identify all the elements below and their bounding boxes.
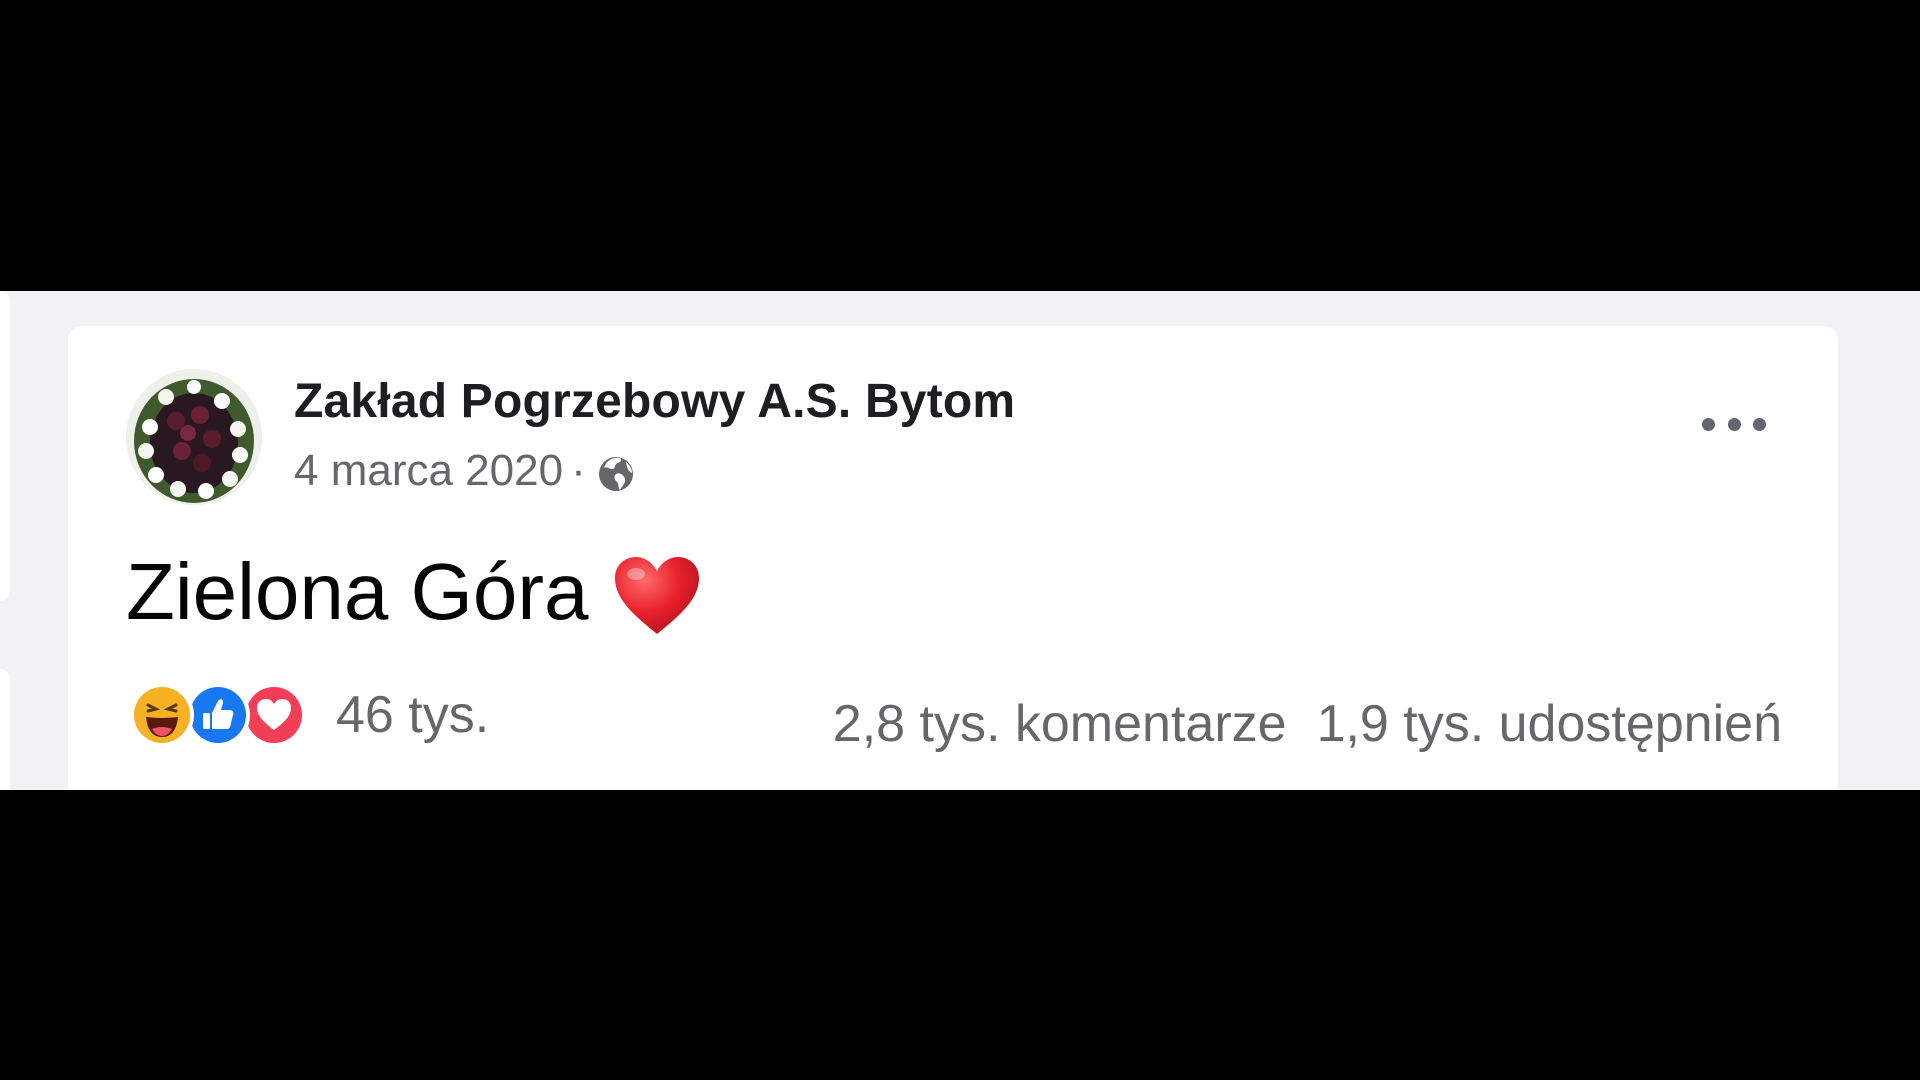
haha-icon	[130, 683, 194, 747]
love-icon	[242, 683, 306, 747]
engagement-stats: 2,8 tys. komentarze 1,9 tys. udostępnień	[833, 694, 1782, 754]
adjacent-card-edge	[0, 291, 10, 601]
comments-count-link[interactable]: 2,8 tys. komentarze	[833, 694, 1287, 754]
reactions-summary[interactable]: 46 tys.	[130, 683, 489, 747]
post-meta: 4 marca 2020 ·	[294, 446, 638, 496]
more-icon-dot	[1727, 417, 1741, 431]
more-options-button[interactable]	[1702, 406, 1766, 442]
post-card: Zakład Pogrzebowy A.S. Bytom 4 marca 202…	[68, 326, 1838, 790]
author-avatar[interactable]	[126, 369, 262, 505]
feed-area: Zakład Pogrzebowy A.S. Bytom 4 marca 202…	[0, 291, 1920, 790]
shares-count-link[interactable]: 1,9 tys. udostępnień	[1317, 694, 1782, 754]
reaction-count[interactable]: 46 tys.	[336, 685, 489, 745]
more-icon-dot	[1753, 417, 1766, 431]
like-icon	[186, 683, 250, 747]
meta-separator: ·	[571, 446, 586, 495]
globe-icon[interactable]	[594, 452, 638, 496]
wreath-image	[126, 369, 262, 505]
author-name[interactable]: Zakład Pogrzebowy A.S. Bytom	[294, 374, 1015, 429]
adjacent-card-edge	[0, 669, 10, 790]
heart-emoji-icon	[612, 554, 702, 638]
post-text: Zielona Góra	[126, 547, 589, 636]
post-content: Zielona Góra	[126, 546, 702, 638]
more-icon-dot	[1702, 417, 1715, 431]
post-date[interactable]: 4 marca 2020	[294, 446, 563, 496]
